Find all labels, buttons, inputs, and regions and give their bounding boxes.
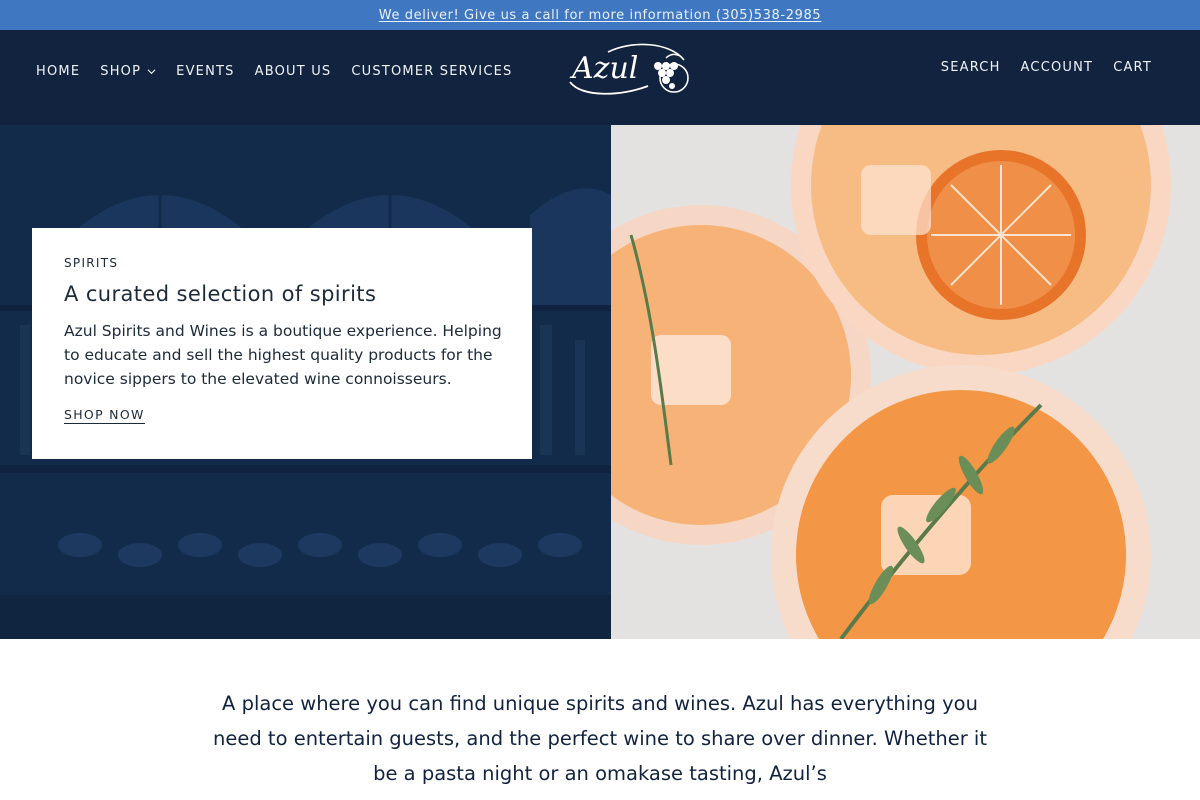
chevron-down-icon xyxy=(147,69,156,75)
logo-wordmark: Azul xyxy=(569,51,638,86)
azul-logo[interactable]: Azul xyxy=(562,40,696,98)
shop-now-link[interactable]: SHOP NOW xyxy=(64,407,145,424)
nav-cart[interactable]: CART xyxy=(1113,60,1152,75)
site-header: HOME SHOP EVENTS ABOUT US CUSTOMER SERVI… xyxy=(0,30,1200,125)
nav-about-us[interactable]: ABOUT US xyxy=(255,64,332,79)
announcement-link[interactable]: We deliver! Give us a call for more info… xyxy=(379,8,821,23)
nav-search[interactable]: SEARCH xyxy=(941,60,1001,75)
intro-paragraph: A place where you can find unique spirit… xyxy=(213,692,987,785)
announcement-bar: We deliver! Give us a call for more info… xyxy=(0,0,1200,30)
cocktail-photo xyxy=(611,125,1200,639)
hero-card: SPIRITS A curated selection of spirits A… xyxy=(32,228,532,459)
hero-description: Azul Spirits and Wines is a boutique exp… xyxy=(64,322,502,388)
hero-section: SPIRITS A curated selection of spirits A… xyxy=(0,125,1200,639)
nav-home[interactable]: HOME xyxy=(36,64,80,79)
utility-nav: SEARCH ACCOUNT CART xyxy=(941,60,1152,75)
nav-shop-label: SHOP xyxy=(100,64,142,79)
nav-account[interactable]: ACCOUNT xyxy=(1021,60,1094,75)
hero-eyebrow: SPIRITS xyxy=(64,256,119,270)
nav-events[interactable]: EVENTS xyxy=(176,64,234,79)
nav-customer-services[interactable]: CUSTOMER SERVICES xyxy=(351,64,512,79)
hero-title: A curated selection of spirits xyxy=(64,282,377,306)
cocktail-image xyxy=(611,125,1200,639)
nav-shop[interactable]: SHOP xyxy=(100,64,156,79)
primary-nav: HOME SHOP EVENTS ABOUT US CUSTOMER SERVI… xyxy=(36,64,512,79)
